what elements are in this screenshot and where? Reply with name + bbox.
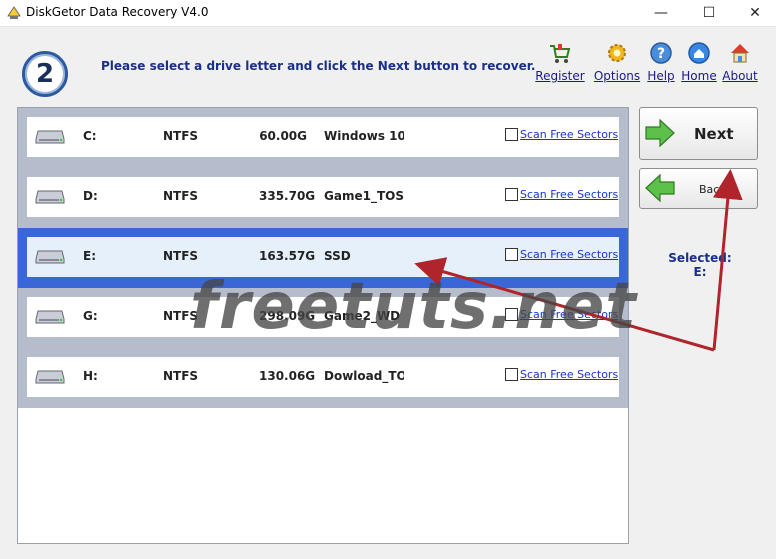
about-label: About (722, 69, 758, 83)
drive-volume-label: Dowload_TOS (324, 369, 404, 383)
scan-free-sectors-checkbox[interactable] (505, 248, 518, 261)
drive-list: C: NTFS 60.00G Windows 10 Scan Free Sect… (17, 107, 629, 544)
home-globe-icon (688, 42, 710, 64)
drive-row-h[interactable]: H: NTFS 130.06G Dowload_TOS Scan Free Se… (27, 357, 619, 397)
hard-drive-icon (35, 190, 65, 204)
arrow-left-icon (645, 173, 675, 203)
next-button[interactable]: Next (639, 107, 758, 160)
scan-free-sectors-checkbox[interactable] (505, 128, 518, 141)
drive-row-e[interactable]: E: NTFS 163.57G SSD Scan Free Sectors (27, 237, 619, 277)
drive-row-c[interactable]: C: NTFS 60.00G Windows 10 Scan Free Sect… (27, 117, 619, 157)
title-bar: DiskGetor Data Recovery V4.0 — ☐ ✕ (0, 0, 776, 27)
maximize-icon: ☐ (702, 5, 716, 21)
drive-band-g: G: NTFS 298.09G Game2_WD Scan Free Secto… (18, 288, 628, 348)
drive-volume-label: SSD (324, 249, 351, 263)
drive-volume-label: Game1_TOSH (324, 189, 404, 203)
drive-band-e-selected: E: NTFS 163.57G SSD Scan Free Sectors (18, 228, 628, 288)
scan-free-sectors-checkbox[interactable] (505, 188, 518, 201)
drive-volume-label: Windows 10 (324, 129, 404, 143)
drive-row-g[interactable]: G: NTFS 298.09G Game2_WD Scan Free Secto… (27, 297, 619, 337)
drive-filesystem: NTFS (163, 129, 199, 143)
scan-free-sectors-link[interactable]: Scan Free Sectors (520, 308, 618, 321)
back-button[interactable]: Back (639, 168, 758, 209)
drive-letter: C: (83, 129, 97, 143)
drive-filesystem: NTFS (163, 189, 199, 203)
gear-icon (608, 44, 626, 62)
close-icon: ✕ (749, 5, 761, 21)
drive-size: 335.70G (259, 189, 316, 203)
drive-size: 60.00G (259, 129, 307, 143)
instruction-text: Please select a drive letter and click t… (101, 59, 536, 73)
scan-free-sectors-link[interactable]: Scan Free Sectors (520, 368, 618, 381)
scan-free-sectors-option[interactable]: Scan Free Sectors (505, 188, 618, 201)
drive-filesystem: NTFS (163, 249, 199, 263)
scan-free-sectors-link[interactable]: Scan Free Sectors (520, 248, 618, 261)
drive-row-d[interactable]: D: NTFS 335.70G Game1_TOSH Scan Free Sec… (27, 177, 619, 217)
drive-filesystem: NTFS (163, 309, 199, 323)
scan-free-sectors-link[interactable]: Scan Free Sectors (520, 128, 618, 141)
scan-free-sectors-checkbox[interactable] (505, 308, 518, 321)
drive-filesystem: NTFS (163, 369, 199, 383)
drive-volume-label: Game2_WD (324, 309, 401, 323)
maximize-button[interactable]: ☐ (686, 0, 732, 26)
selected-caption: Selected: (668, 251, 732, 265)
about-link[interactable]: About (714, 41, 766, 83)
scan-free-sectors-option[interactable]: Scan Free Sectors (505, 248, 618, 261)
step-number-badge: 2 (22, 51, 68, 97)
app-icon (7, 6, 21, 19)
scan-free-sectors-link[interactable]: Scan Free Sectors (520, 188, 618, 201)
selected-drive-value: E: (693, 265, 707, 279)
drive-band-d: D: NTFS 335.70G Game1_TOSH Scan Free Sec… (18, 168, 628, 228)
minimize-icon: — (654, 5, 668, 21)
drive-letter: G: (83, 309, 98, 323)
drive-band-c: C: NTFS 60.00G Windows 10 Scan Free Sect… (18, 108, 628, 168)
close-button[interactable]: ✕ (732, 0, 776, 26)
hard-drive-icon (35, 310, 65, 324)
scan-free-sectors-option[interactable]: Scan Free Sectors (505, 128, 618, 141)
drive-letter: E: (83, 249, 96, 263)
drive-size: 163.57G (259, 249, 316, 263)
scan-free-sectors-option[interactable]: Scan Free Sectors (505, 308, 618, 321)
scan-free-sectors-option[interactable]: Scan Free Sectors (505, 368, 618, 381)
house-icon (731, 44, 749, 63)
back-button-label: Back (699, 183, 726, 196)
hard-drive-icon (35, 130, 65, 144)
next-button-label: Next (694, 125, 734, 143)
hard-drive-icon (35, 370, 65, 384)
arrow-right-icon (645, 118, 675, 148)
drive-size: 130.06G (259, 369, 316, 383)
window-title: DiskGetor Data Recovery V4.0 (26, 5, 209, 19)
main-area: 2 Please select a drive letter and click… (0, 27, 776, 559)
svg-text:?: ? (657, 46, 665, 62)
drive-letter: H: (83, 369, 98, 383)
help-icon: ? (650, 42, 672, 64)
cart-icon (550, 44, 571, 63)
scan-free-sectors-checkbox[interactable] (505, 368, 518, 381)
register-link[interactable]: Register (534, 41, 586, 83)
drive-size: 298.09G (259, 309, 316, 323)
drive-letter: D: (83, 189, 98, 203)
minimize-button[interactable]: — (638, 0, 684, 26)
register-label: Register (535, 69, 585, 83)
drive-band-h: H: NTFS 130.06G Dowload_TOS Scan Free Se… (18, 348, 628, 408)
hard-drive-icon (35, 250, 65, 264)
